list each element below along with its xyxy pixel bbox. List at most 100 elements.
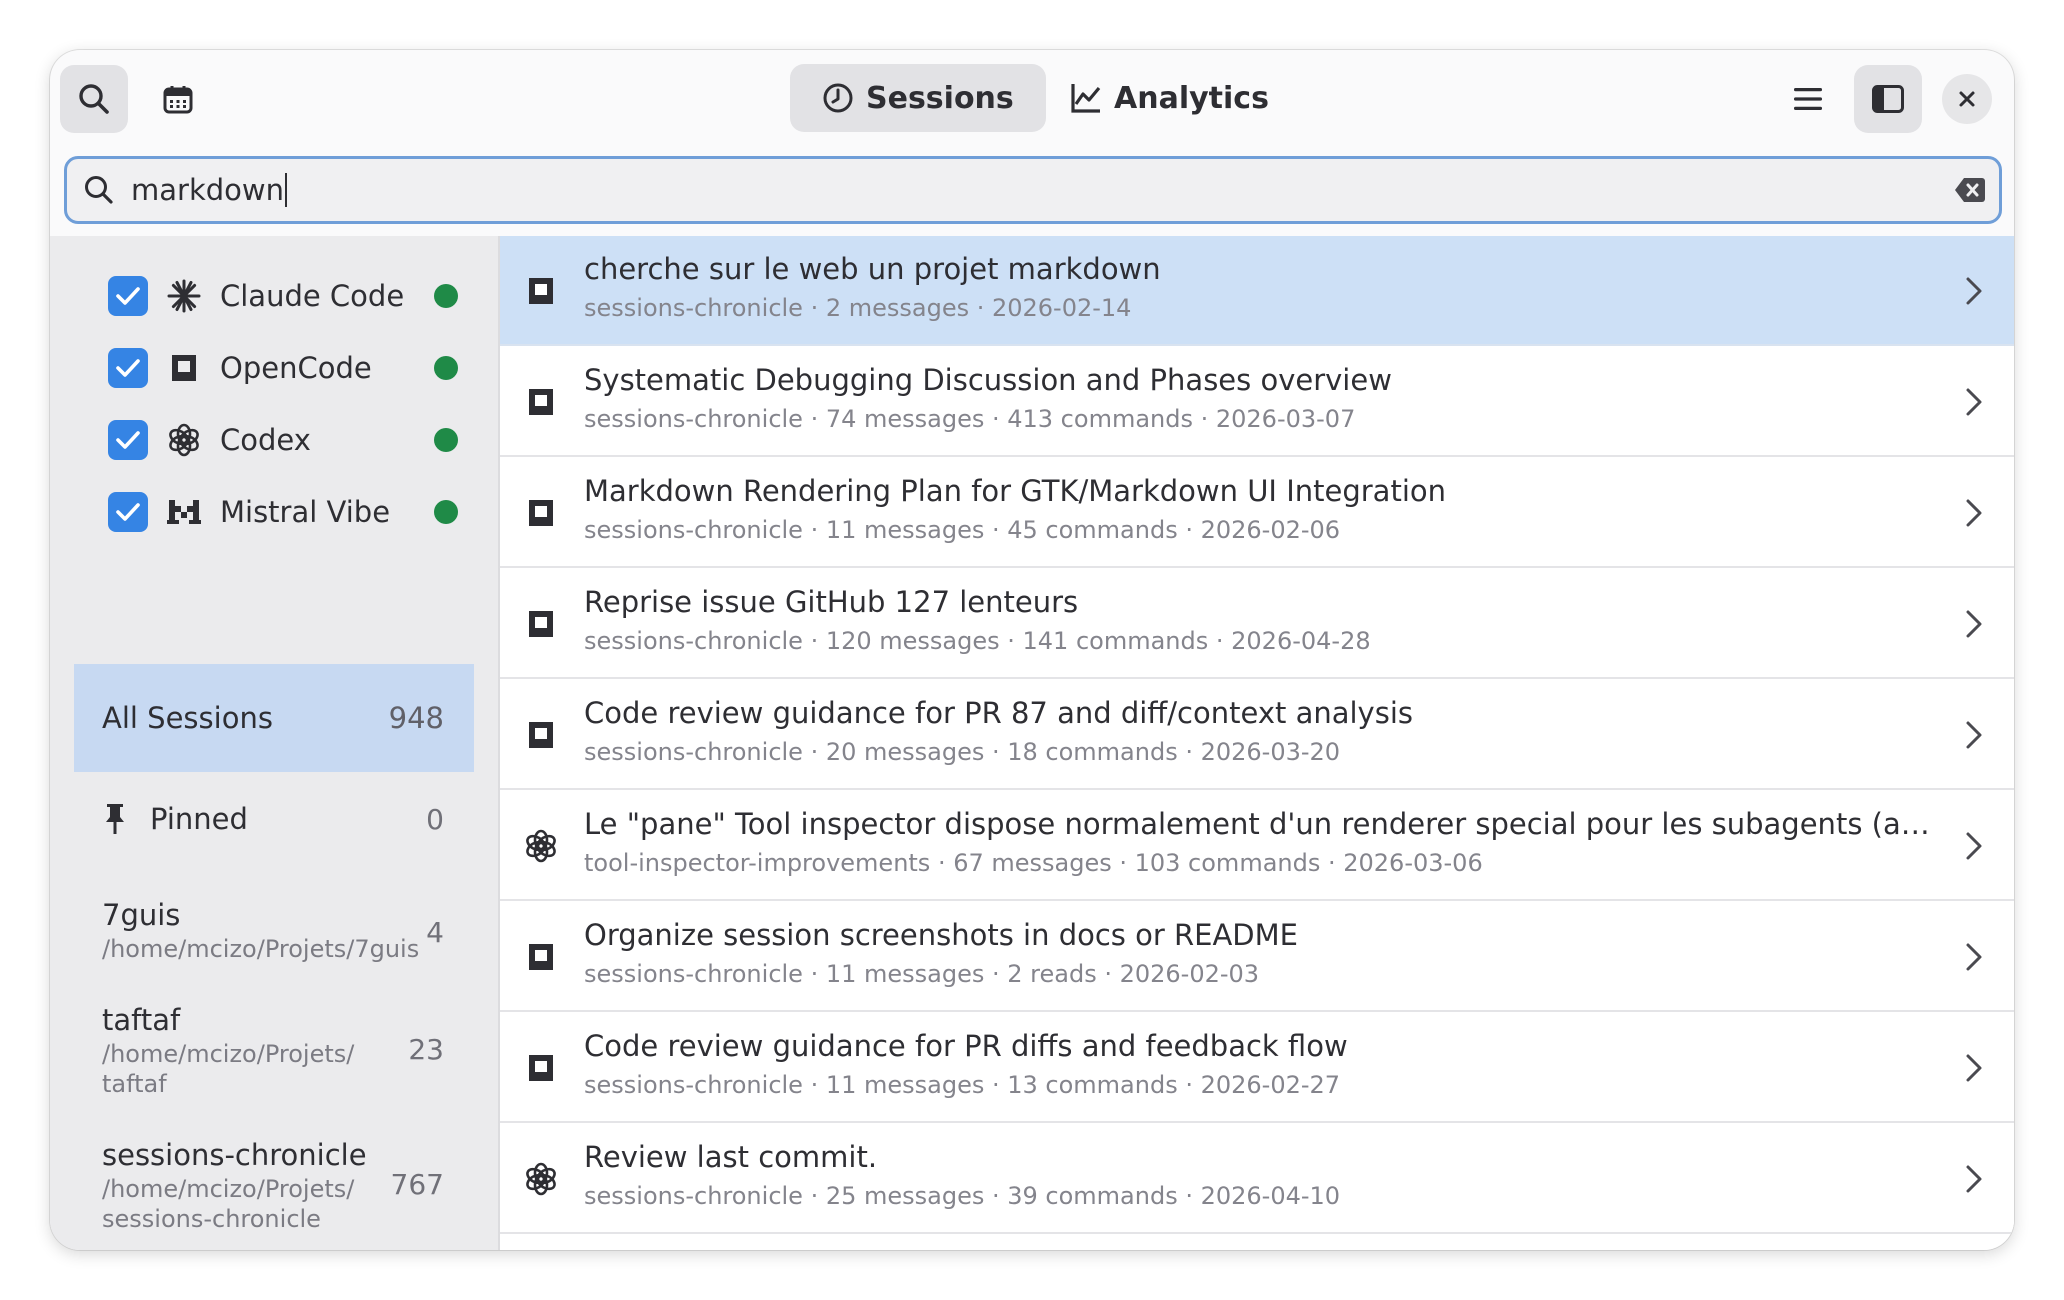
- pinned-label: Pinned: [150, 802, 248, 836]
- sidebar-item-project-sessions-chronicle[interactable]: sessions-chronicle /home/mcizo/Projets/ …: [102, 1138, 474, 1234]
- opencode-icon: [524, 274, 558, 308]
- chevron-right-icon: [1962, 274, 1986, 308]
- sidebar: Claude Code OpenCode Codex Mistral Vibe …: [50, 236, 498, 1250]
- header-bar: Sessions Analytics: [50, 50, 2014, 140]
- sidebar-item-pinned[interactable]: Pinned 0: [74, 784, 474, 854]
- search-icon: [81, 172, 117, 208]
- checkmark-icon: [116, 359, 140, 377]
- project-count: 23: [408, 1033, 444, 1066]
- project-path: /home/mcizo/Projets/7guis: [102, 935, 420, 963]
- session-row[interactable]: Review last commit. sessions-chronicle · …: [500, 1124, 2014, 1234]
- agent-checkbox[interactable]: [108, 276, 148, 316]
- checkmark-icon: [116, 431, 140, 449]
- checkmark-icon: [116, 287, 140, 305]
- session-row[interactable]: Le "pane" Tool inspector dispose normale…: [500, 791, 2014, 901]
- session-title: Le "pane" Tool inspector dispose normale…: [584, 807, 1944, 841]
- backspace-clear-icon: [1955, 178, 1985, 202]
- sidebar-item-all-sessions[interactable]: All Sessions 948: [74, 664, 474, 772]
- agent-label: Claude Code: [220, 279, 405, 313]
- search-toggle-button[interactable]: [60, 65, 128, 133]
- session-meta: sessions-chronicle · 20 messages · 18 co…: [584, 738, 1341, 766]
- openai-icon: [524, 829, 558, 863]
- agent-label: Mistral Vibe: [220, 495, 391, 529]
- agent-checkbox[interactable]: [108, 348, 148, 388]
- session-row[interactable]: Reprise issue GitHub 127 lenteurs session…: [500, 569, 2014, 679]
- project-path: /home/mcizo/Projets/ sessions-chronicle: [102, 1175, 355, 1233]
- opencode-icon: [524, 607, 558, 641]
- clear-search-button[interactable]: [1953, 175, 1987, 205]
- session-meta: sessions-chronicle · 74 messages · 413 c…: [584, 405, 1356, 433]
- all-sessions-label: All Sessions: [102, 701, 273, 735]
- agent-filter-codex[interactable]: Codex: [108, 412, 458, 468]
- hamburger-menu-icon: [1794, 88, 1822, 110]
- chevron-right-icon: [1962, 829, 1986, 863]
- chart-line-icon: [1071, 84, 1101, 113]
- pin-icon: [106, 804, 124, 834]
- session-row[interactable]: Markdown Rendering Plan for GTK/Markdown…: [500, 458, 2014, 568]
- opencode-icon: [524, 940, 558, 974]
- calendar-button[interactable]: [144, 65, 212, 133]
- search-bar: markdown: [64, 156, 2002, 224]
- search-icon: [79, 84, 109, 114]
- close-window-button[interactable]: [1942, 74, 1992, 124]
- status-online-dot: [434, 428, 458, 452]
- session-title: Systematic Debugging Discussion and Phas…: [584, 363, 1392, 397]
- opencode-icon: [166, 350, 202, 386]
- project-count: 767: [390, 1168, 444, 1201]
- tab-sessions-label: Sessions: [866, 80, 1014, 116]
- sidebar-item-project-7guis[interactable]: 7guis /home/mcizo/Projets/7guis 4: [102, 898, 474, 964]
- agent-label: Codex: [220, 423, 311, 457]
- chevron-right-icon: [1962, 607, 1986, 641]
- search-input[interactable]: markdown: [131, 173, 287, 207]
- tab-sessions[interactable]: Sessions: [790, 64, 1046, 132]
- session-meta: sessions-chronicle · 25 messages · 39 co…: [584, 1182, 1341, 1210]
- agent-filter-claude-code[interactable]: Claude Code: [108, 268, 458, 324]
- project-count: 4: [426, 916, 444, 949]
- project-name: 7guis: [102, 898, 181, 932]
- sidebar-item-project-taftaf[interactable]: taftaf /home/mcizo/Projets/ taftaf 23: [102, 1003, 474, 1099]
- chevron-right-icon: [1962, 1162, 1986, 1196]
- session-title: Code review guidance for PR diffs and fe…: [584, 1029, 1348, 1063]
- chevron-right-icon: [1962, 718, 1986, 752]
- openai-icon: [166, 422, 202, 458]
- search-input-value: markdown: [131, 173, 284, 207]
- agent-filter-mistral-vibe[interactable]: Mistral Vibe: [108, 484, 458, 540]
- project-name: taftaf: [102, 1003, 181, 1037]
- session-row[interactable]: Organize session screenshots in docs or …: [500, 902, 2014, 1012]
- session-meta: sessions-chronicle · 120 messages · 141 …: [584, 627, 1371, 655]
- session-row[interactable]: Code review guidance for PR 87 and diff/…: [500, 680, 2014, 790]
- status-online-dot: [434, 356, 458, 380]
- opencode-icon: [524, 496, 558, 530]
- agent-checkbox[interactable]: [108, 420, 148, 460]
- chevron-right-icon: [1962, 496, 1986, 530]
- sidebar-toggle-button[interactable]: [1854, 65, 1922, 133]
- session-row[interactable]: cherche sur le web un projet markdown ses…: [500, 236, 2014, 346]
- opencode-icon: [524, 1051, 558, 1085]
- project-name: sessions-chronicle: [102, 1138, 367, 1172]
- session-meta: sessions-chronicle · 11 messages · 13 co…: [584, 1071, 1341, 1099]
- pinned-count: 0: [426, 802, 444, 836]
- session-title: Code review guidance for PR 87 and diff/…: [584, 696, 1413, 730]
- main-menu-button[interactable]: [1774, 65, 1842, 133]
- chevron-right-icon: [1962, 1051, 1986, 1085]
- app-window: Sessions Analytics markdown Claude Code …: [50, 50, 2014, 1250]
- calendar-icon: [163, 86, 193, 114]
- session-row[interactable]: Systematic Debugging Discussion and Phas…: [500, 347, 2014, 457]
- session-meta: sessions-chronicle · 11 messages · 2 rea…: [584, 960, 1260, 988]
- openai-icon: [524, 1162, 558, 1196]
- opencode-icon: [524, 385, 558, 419]
- session-meta: tool-inspector-improvements · 67 message…: [584, 849, 1483, 877]
- session-row[interactable]: Code review guidance for PR diffs and fe…: [500, 1013, 2014, 1123]
- sidebar-panel-icon: [1872, 85, 1904, 113]
- mistral-icon: [166, 494, 202, 530]
- close-icon: [1959, 91, 1975, 107]
- checkmark-icon: [116, 503, 140, 521]
- session-title: Organize session screenshots in docs or …: [584, 918, 1298, 952]
- agent-filter-opencode[interactable]: OpenCode: [108, 340, 458, 396]
- project-path: /home/mcizo/Projets/ taftaf: [102, 1040, 355, 1098]
- agent-checkbox[interactable]: [108, 492, 148, 532]
- status-online-dot: [434, 284, 458, 308]
- opencode-icon: [524, 718, 558, 752]
- session-meta: sessions-chronicle · 11 messages · 45 co…: [584, 516, 1341, 544]
- tab-analytics[interactable]: Analytics: [1038, 64, 1301, 132]
